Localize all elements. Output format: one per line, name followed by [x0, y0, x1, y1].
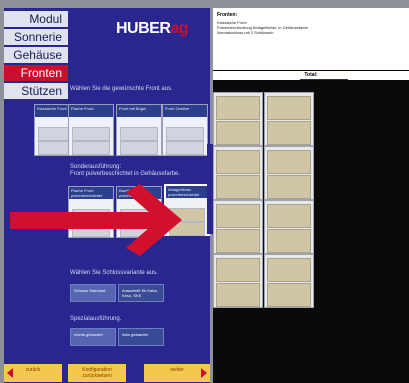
red-pointer-arrow-icon — [10, 184, 182, 256]
arrow-shape — [10, 184, 182, 256]
kiosk-frame: Modul Sonnerie Gehäuse Fronten Stützen H… — [0, 0, 409, 383]
